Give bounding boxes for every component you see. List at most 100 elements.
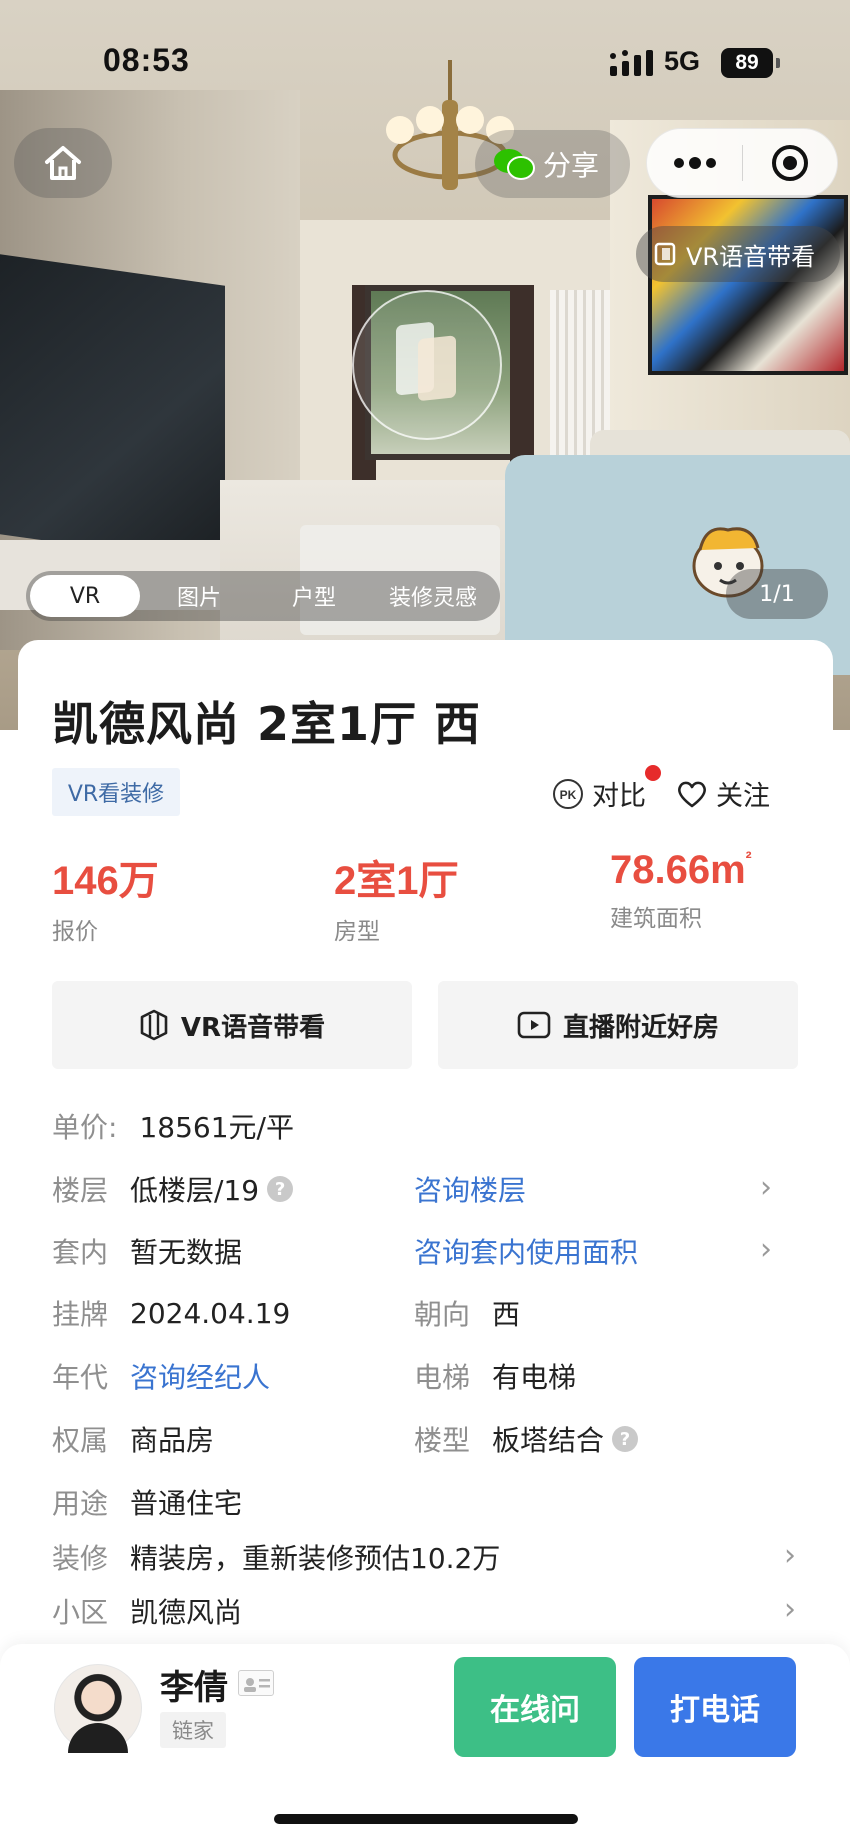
row-community[interactable]: 小区 凯德风尚 <box>52 1591 242 1631</box>
chevron-right-icon[interactable]: › <box>760 1170 772 1205</box>
chevron-right-icon[interactable]: › <box>784 1538 796 1573</box>
community-key: 小区 <box>52 1596 109 1629</box>
area-value: 78.66m <box>610 848 746 892</box>
metric-price: 146万 报价 <box>52 848 159 946</box>
area-unit-sup: ² <box>745 848 752 868</box>
vr-cube-icon <box>140 1009 168 1041</box>
row-inner-area: 套内 暂无数据 <box>52 1231 242 1271</box>
row-usage: 用途 普通住宅 <box>52 1482 242 1522</box>
ownership-value: 商品房 <box>130 1424 215 1457</box>
photo-tv <box>0 254 225 566</box>
home-button[interactable] <box>14 128 112 198</box>
photo-painting <box>648 195 848 375</box>
battery-icon: 89 <box>721 48 773 78</box>
row-building-type: 楼型 板塔结合 ? <box>414 1419 639 1459</box>
compare-badge-dot <box>645 765 661 781</box>
community-value: 凯德风尚 <box>130 1596 243 1629</box>
row-orientation: 朝向 西 <box>414 1293 520 1333</box>
chevron-right-icon[interactable]: › <box>784 1592 796 1627</box>
online-chat-button[interactable]: 在线问 <box>454 1657 616 1757</box>
vr-cube-icon <box>654 242 676 266</box>
row-decoration[interactable]: 装修 精装房，重新装修预估10.2万 <box>52 1537 500 1577</box>
metric-area: 78.66m² 建筑面积 <box>610 848 752 933</box>
compare-button[interactable]: PK 对比 <box>552 774 646 813</box>
row-ownership: 权属 商品房 <box>52 1419 214 1459</box>
unit-price-value: 18561元/平 <box>139 1111 294 1144</box>
media-tabs: VR 图片 户型 装修灵感 <box>26 571 500 621</box>
consult-floor-link[interactable]: 咨询楼层 <box>414 1169 526 1209</box>
price-label: 报价 <box>52 919 98 945</box>
elevator-value: 有电梯 <box>492 1361 577 1394</box>
floor-key: 楼层 <box>52 1174 109 1207</box>
home-indicator[interactable] <box>274 1814 578 1824</box>
tab-photos[interactable]: 图片 <box>140 575 258 617</box>
decoration-value: 精装房，重新装修预估10.2万 <box>130 1542 501 1575</box>
play-video-icon <box>517 1011 551 1039</box>
more-button[interactable] <box>647 129 742 197</box>
inner-area-key: 套内 <box>52 1236 109 1269</box>
pk-icon: PK <box>553 778 583 809</box>
year-key: 年代 <box>52 1361 109 1394</box>
building-type-key: 楼型 <box>414 1424 471 1457</box>
row-elevator: 电梯 有电梯 <box>414 1356 576 1396</box>
live-nearby-button[interactable]: 直播附近好房 <box>438 981 798 1069</box>
consult-inner-area-label: 咨询套内使用面积 <box>414 1236 639 1269</box>
chevron-right-icon[interactable]: › <box>760 1232 772 1267</box>
status-time: 08:53 <box>103 42 190 78</box>
follow-label: 关注 <box>716 781 770 812</box>
ownership-key: 权属 <box>52 1424 109 1457</box>
consult-agent-link[interactable]: 咨询经纪人 <box>130 1356 270 1396</box>
usage-key: 用途 <box>52 1487 109 1520</box>
vr-voice-tour-label: VR语音带看 <box>180 1012 326 1043</box>
follow-button[interactable]: 关注 <box>676 774 770 813</box>
signal-icon <box>610 50 653 76</box>
row-unit-price: 单价: 18561元/平 <box>52 1106 294 1146</box>
orientation-key: 朝向 <box>414 1298 471 1331</box>
row-floor: 楼层 低楼层/19 ? <box>52 1169 294 1209</box>
network-label: 5G <box>664 46 701 76</box>
tab-floorplan[interactable]: 户型 <box>258 575 370 617</box>
decoration-key: 装修 <box>52 1542 109 1575</box>
inner-area-value: 暂无数据 <box>130 1236 243 1269</box>
battery-tip <box>776 58 780 68</box>
usage-value: 普通住宅 <box>130 1487 243 1520</box>
wechat-icon <box>494 149 535 180</box>
listed-key: 挂牌 <box>52 1298 109 1331</box>
tab-decor-ideas[interactable]: 装修灵感 <box>370 575 496 617</box>
svg-text:PK: PK <box>560 788 577 802</box>
agent-company-badge: 链家 <box>160 1712 226 1748</box>
building-type-value: 板塔结合 <box>492 1424 605 1457</box>
call-button[interactable]: 打电话 <box>634 1657 796 1757</box>
vr-voice-tour-button[interactable]: VR语音带看 <box>52 981 412 1069</box>
price-value: 146万 <box>52 859 159 903</box>
compare-label: 对比 <box>592 781 646 812</box>
vr-enter-button[interactable] <box>352 290 502 440</box>
help-icon[interactable]: ? <box>612 1426 639 1452</box>
listed-value: 2024.04.19 <box>130 1296 291 1330</box>
consult-floor-label: 咨询楼层 <box>414 1174 527 1207</box>
heart-icon <box>678 781 706 807</box>
row-listed-date: 挂牌 2024.04.19 <box>52 1293 290 1333</box>
metric-layout: 2室1厅 房型 <box>334 848 459 946</box>
share-label: 分享 <box>543 149 600 182</box>
business-card-icon[interactable] <box>238 1670 274 1696</box>
tab-vr[interactable]: VR <box>30 575 140 617</box>
consult-inner-area-link[interactable]: 咨询套内使用面积 <box>414 1231 638 1271</box>
help-icon[interactable]: ? <box>267 1176 294 1202</box>
vr-decor-tag[interactable]: VR看装修 <box>52 768 180 816</box>
live-nearby-label: 直播附近好房 <box>562 1012 719 1043</box>
orientation-value: 西 <box>492 1298 521 1331</box>
unit-price-key: 单价: <box>52 1111 118 1144</box>
more-dots-icon <box>673 157 716 169</box>
agent-name[interactable]: 李倩 <box>160 1660 228 1709</box>
area-label: 建筑面积 <box>610 906 702 932</box>
vr-glasses-icon <box>396 322 456 401</box>
share-button[interactable]: 分享 <box>475 130 630 198</box>
vr-voice-tag[interactable]: VR语音带看 <box>636 226 840 282</box>
vr-voice-tag-label: VR语音带看 <box>686 242 816 271</box>
listing-title: 凯德风尚 2室1厅 西 <box>52 697 482 751</box>
row-year: 年代 咨询经纪人 <box>52 1356 270 1396</box>
close-miniprogram-button[interactable] <box>743 129 837 197</box>
media-counter: 1/1 <box>726 569 828 619</box>
home-icon <box>45 146 81 180</box>
